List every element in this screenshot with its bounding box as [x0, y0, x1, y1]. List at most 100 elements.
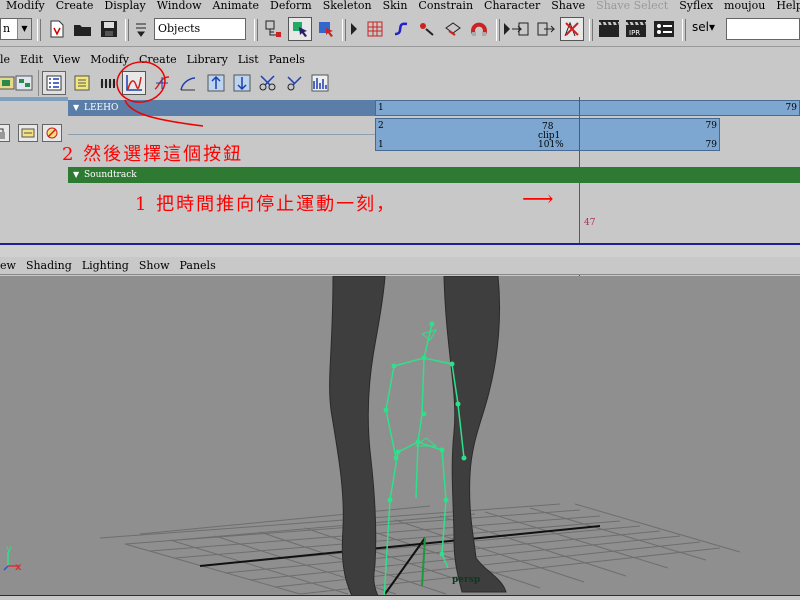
viewport-menu-view[interactable]: ew	[0, 257, 21, 274]
trax-split-clip-icon[interactable]	[256, 71, 280, 95]
menu-deform[interactable]: Deform	[264, 0, 317, 12]
expand-arrow-icon[interactable]	[350, 21, 358, 37]
menu-skeleton[interactable]: Skeleton	[317, 0, 377, 12]
snap-point-icon[interactable]	[415, 17, 439, 41]
chevron-down-icon: ▼	[17, 19, 31, 39]
axis-y-label: y	[6, 544, 12, 555]
menu-character[interactable]: Character	[478, 0, 545, 12]
viewport-scene	[3, 276, 741, 600]
select-hierarchy-icon[interactable]	[262, 17, 286, 41]
viewport-menu-bar: ew Shading Lighting Show Panels	[0, 257, 800, 275]
menu-moujou[interactable]: moujou	[718, 0, 770, 12]
select-object-icon[interactable]	[288, 17, 312, 41]
menu-shave-select: Shave Select	[596, 0, 669, 12]
menu-display[interactable]: Display	[98, 0, 150, 12]
snap-grid-icon[interactable]	[363, 17, 387, 41]
snap-live-icon[interactable]	[467, 17, 491, 41]
trax-menu-file[interactable]: le	[0, 52, 15, 68]
mode-dropdown[interactable]: n ▼	[0, 18, 32, 40]
toolbar-separator	[682, 19, 686, 41]
snap-surface-icon[interactable]	[441, 17, 465, 41]
quick-select-input[interactable]	[726, 18, 800, 40]
annotation-step-2: 2 然後選擇這個按鈕	[62, 144, 244, 165]
toolbar-separator	[342, 19, 346, 41]
new-scene-icon[interactable]	[45, 17, 69, 41]
select-component-icon[interactable]	[314, 17, 338, 41]
toolbar-separator	[589, 19, 593, 41]
trax-list-icon[interactable]	[42, 71, 66, 95]
clip-end-frame: 79	[705, 140, 717, 150]
trax-menu-panels[interactable]: Panels	[264, 52, 310, 68]
panel-divider	[0, 46, 800, 51]
perspective-viewport[interactable]: y x persp	[0, 276, 800, 600]
annotation-arrow-icon: ⟶	[522, 187, 556, 212]
menu-help[interactable]: Help	[770, 0, 800, 12]
viewport-menu-show[interactable]: Show	[134, 257, 175, 274]
menu-animate[interactable]: Animate	[207, 0, 264, 12]
mode-dropdown-value: n	[3, 22, 11, 35]
selection-mask-dropdown[interactable]: Objects	[154, 18, 246, 40]
clip-row-1[interactable]: 1 79	[375, 100, 800, 116]
camera-label: persp	[452, 575, 481, 585]
clip-start-frame: 1	[378, 140, 384, 150]
mute-track-icon[interactable]	[42, 124, 62, 142]
input-connections-icon[interactable]	[508, 17, 532, 41]
output-connections-icon[interactable]	[534, 17, 558, 41]
panel-separator[interactable]	[0, 243, 800, 257]
menu-constrain[interactable]: Constrain	[412, 0, 478, 12]
axis-x-label: x	[15, 562, 22, 573]
menu-window[interactable]: Window	[151, 0, 207, 12]
soundtrack-header[interactable]: ▼ Soundtrack	[68, 167, 800, 183]
lock-track-icon[interactable]	[0, 124, 10, 142]
construction-history-icon[interactable]	[560, 17, 584, 41]
clip-end-frame: 79	[785, 103, 797, 113]
viewport-menu-lighting[interactable]: Lighting	[77, 257, 134, 274]
clip-scale: 101%	[538, 140, 564, 150]
snap-curve-icon[interactable]	[389, 17, 413, 41]
trax-merge-clip-icon[interactable]	[282, 71, 306, 95]
clip-start-frame: 1	[378, 103, 384, 113]
trax-track-controls	[0, 97, 68, 242]
collapse-triangle-icon[interactable]: ▼	[73, 167, 79, 183]
ipr-render-icon[interactable]: IPR	[624, 17, 648, 41]
menu-create[interactable]: Create	[50, 0, 99, 12]
svg-text:IPR: IPR	[629, 29, 640, 37]
menu-skin[interactable]: Skin	[377, 0, 413, 12]
toolbar-separator	[38, 70, 39, 96]
chevron-down-icon: ▾	[708, 20, 715, 34]
toolbar-separator	[254, 19, 258, 41]
save-scene-icon[interactable]	[97, 17, 121, 41]
trax-load-clip-icon[interactable]	[12, 71, 36, 95]
render-view-icon[interactable]	[597, 17, 621, 41]
quick-select-value: sel	[692, 20, 709, 34]
trax-frame-selected-icon[interactable]	[230, 71, 254, 95]
viewport-menu-shading[interactable]: Shading	[21, 257, 77, 274]
annotation-circle-icon	[116, 61, 204, 127]
toolbar-separator	[496, 19, 500, 41]
trax-menu-edit[interactable]: Edit	[15, 52, 48, 68]
quick-select-dropdown[interactable]: sel▾	[692, 20, 715, 34]
ground-grid	[99, 503, 741, 595]
clip-end-frame: 79	[705, 121, 717, 131]
render-globals-icon[interactable]	[652, 17, 676, 41]
toolbar-separator	[37, 19, 41, 41]
selection-mask-menu-icon[interactable]	[133, 17, 149, 41]
track-header-strip	[0, 97, 68, 101]
solo-track-icon[interactable]	[18, 124, 38, 142]
trax-graph-anim-icon[interactable]	[308, 71, 332, 95]
menu-modify[interactable]: Modify	[0, 0, 50, 12]
trax-menu-view[interactable]: View	[48, 52, 85, 68]
clip1-block[interactable]: 2 79 78 clip1 1 101% 79	[375, 118, 720, 151]
viewport-menu-panels[interactable]: Panels	[175, 257, 221, 274]
selection-mask-value: Objects	[158, 22, 201, 35]
status-line: n ▼ Objects IPR sel▾	[0, 13, 800, 45]
open-scene-icon[interactable]	[71, 17, 95, 41]
current-frame-label: 47	[584, 218, 596, 228]
collapse-triangle-icon[interactable]: ▼	[73, 100, 79, 116]
clip-start-frame: 2	[378, 121, 384, 131]
trax-menu-list[interactable]: List	[233, 52, 264, 68]
trax-create-clip-icon[interactable]	[70, 71, 94, 95]
menu-shave[interactable]: Shave	[545, 0, 590, 12]
soundtrack-name: Soundtrack	[84, 170, 137, 180]
menu-syflex[interactable]: Syflex	[673, 0, 718, 12]
